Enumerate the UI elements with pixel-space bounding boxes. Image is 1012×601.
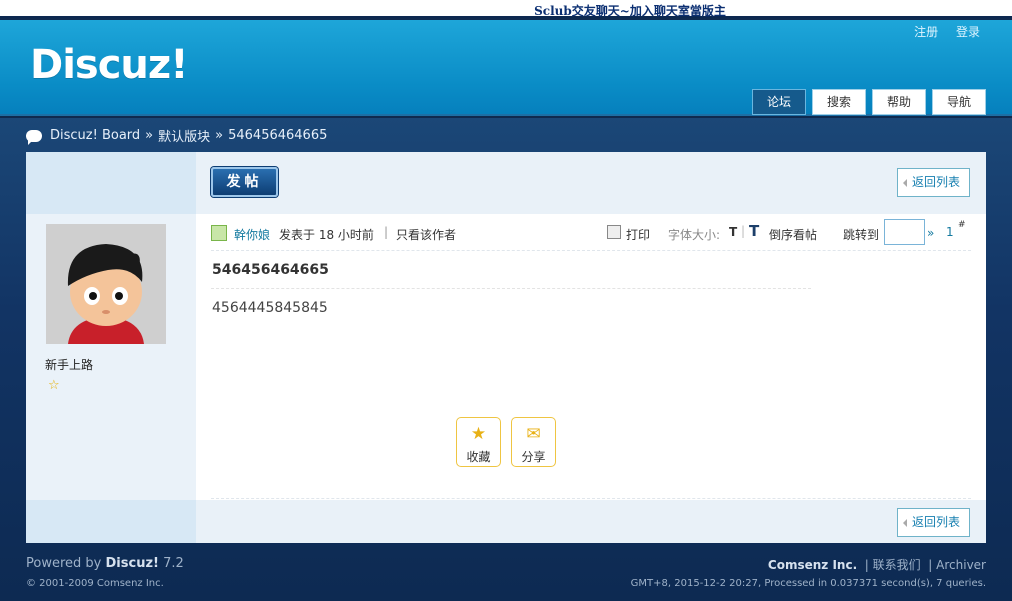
divider (211, 498, 971, 499)
font-size-small-button[interactable]: T (729, 225, 737, 239)
footer-stats: GMT+8, 2015-12-2 20:27, Processed in 0.0… (630, 578, 986, 589)
register-link[interactable]: 注册 (914, 25, 938, 39)
header: Discuz! 注册 登录 论坛 搜索 帮助 导航 (0, 20, 1012, 116)
breadcrumb-forum[interactable]: 默认版块 (158, 126, 210, 145)
author-name[interactable]: 幹你娘 (234, 226, 270, 243)
font-size-large-button[interactable]: T (749, 222, 759, 240)
login-link[interactable]: 登录 (956, 25, 980, 39)
author-column-header (26, 152, 196, 214)
powered-version: 7.2 (163, 556, 184, 571)
author-column-footer (26, 500, 196, 543)
speech-bubble-icon (26, 129, 42, 145)
favorite-label: 收藏 (466, 450, 491, 464)
star-icon: ★ (470, 424, 487, 444)
breadcrumb-board[interactable]: Discuz! Board (50, 128, 140, 143)
thread-panel: 发帖 返回列表 新手上路 ☆ 幹你娘 发表于 18 小时前 | 只看该作者 打印… (26, 152, 986, 543)
divider (211, 250, 971, 251)
printer-icon[interactable] (607, 225, 621, 239)
contact-link[interactable]: 联系我们 (873, 558, 921, 572)
breadcrumb-thread: 546456464665 (228, 128, 328, 143)
avatar-image (46, 224, 166, 344)
site-logo[interactable]: Discuz! (30, 42, 188, 88)
tab-search[interactable]: 搜索 (812, 89, 866, 115)
only-author-link[interactable]: 只看该作者 (396, 226, 456, 243)
tab-help[interactable]: 帮助 (872, 89, 926, 115)
copyright: © 2001-2009 Comsenz Inc. (26, 578, 164, 589)
powered-brand-link[interactable]: Discuz! (106, 556, 159, 571)
back-to-list-button-bottom[interactable]: 返回列表 (897, 508, 970, 537)
tab-navigation[interactable]: 导航 (932, 89, 986, 115)
tab-forum[interactable]: 论坛 (752, 89, 806, 115)
footer-links: Comsenz Inc. | 联系我们 | Archiver (767, 558, 986, 572)
jump-label: 跳转到 (843, 228, 880, 242)
divider (211, 288, 811, 289)
powered-prefix: Powered by (26, 556, 102, 571)
user-links: 注册 登录 (900, 23, 980, 40)
rank-star-icon: ☆ (48, 378, 60, 393)
author-rank: 新手上路 (45, 358, 94, 372)
print-link[interactable]: 打印 (626, 226, 650, 243)
meta-separator: | (384, 225, 389, 239)
back-to-list-button[interactable]: 返回列表 (897, 168, 970, 197)
jump-go-button[interactable]: » (927, 226, 934, 240)
thread-toolbar (196, 152, 986, 214)
nav-tabs: 论坛 搜索 帮助 导航 (752, 89, 986, 115)
favorite-button[interactable]: ★ 收藏 (456, 417, 501, 467)
company-link[interactable]: Comsenz Inc. (768, 558, 857, 572)
avatar[interactable] (46, 224, 166, 344)
site-banner: Sclub交友聊天~加入聊天室當版主 (0, 0, 1012, 18)
post-time: 发表于 18 小时前 (279, 228, 374, 242)
jump-floor-input[interactable] (884, 219, 925, 245)
archiver-link[interactable]: Archiver (936, 558, 986, 572)
breadcrumb: Discuz! Board » 默认版块 » 546456464665 (26, 126, 327, 145)
font-size-label: 字体大小: (668, 228, 721, 242)
new-post-button[interactable]: 发帖 (211, 167, 278, 197)
font-size-separator: | (741, 224, 746, 238)
post-meta: 幹你娘 发表于 18 小时前 | 只看该作者 打印 字体大小: T | T 倒序… (211, 219, 971, 248)
user-icon (211, 225, 227, 241)
thread-footer-bar (196, 500, 986, 543)
floor-number-link[interactable]: 1 (946, 225, 954, 239)
post-title: 546456464665 (212, 262, 329, 278)
share-button[interactable]: ✉ 分享 (511, 417, 556, 467)
powered-by: Powered by Discuz! 7.2 (26, 556, 184, 571)
floor-mark: # (958, 220, 966, 230)
share-label: 分享 (521, 450, 546, 464)
breadcrumb-sep: » (145, 128, 154, 143)
reverse-order-link[interactable]: 倒序看帖 (769, 226, 817, 243)
post-body: 4564445845845 (212, 300, 328, 316)
breadcrumb-sep: » (215, 128, 224, 143)
share-icon: ✉ (526, 424, 541, 444)
banner-title[interactable]: Sclub交友聊天~加入聊天室當版主 (534, 4, 726, 18)
